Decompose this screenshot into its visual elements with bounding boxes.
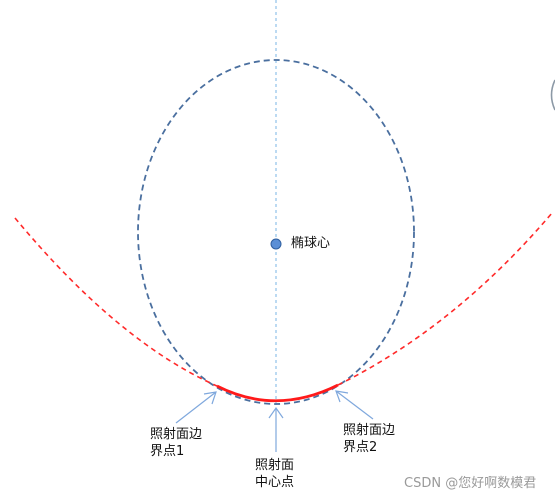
illuminated-arc [216, 383, 339, 403]
arrow-center-point [268, 406, 284, 452]
center-point-label-line1: 照射面 [255, 458, 295, 473]
boundary-point-2-label-line2: 界点2 [343, 440, 378, 455]
ellipse-outline [137, 59, 415, 405]
parabola-right-dashed [337, 212, 553, 386]
boundary-point-2-label-line1: 照射面边 [343, 423, 396, 438]
boundary-point-1-label-line1: 照射面边 [150, 427, 203, 442]
parabola-left-dashed [14, 217, 218, 387]
partial-edge-arc [550, 79, 555, 111]
arrow-boundary-left [175, 391, 217, 424]
ellipsoid-center-dot [270, 238, 282, 250]
ellipsoid-illumination-diagram [14, 0, 555, 452]
ellipsoid-center-label: 椭球心 [291, 236, 331, 251]
csdn-watermark: CSDN @您好啊数模君 [404, 476, 537, 491]
arrow-boundary-right [335, 390, 374, 420]
boundary-point-1-label-line2: 界点1 [150, 444, 185, 459]
center-point-label-line2: 中心点 [255, 475, 295, 490]
